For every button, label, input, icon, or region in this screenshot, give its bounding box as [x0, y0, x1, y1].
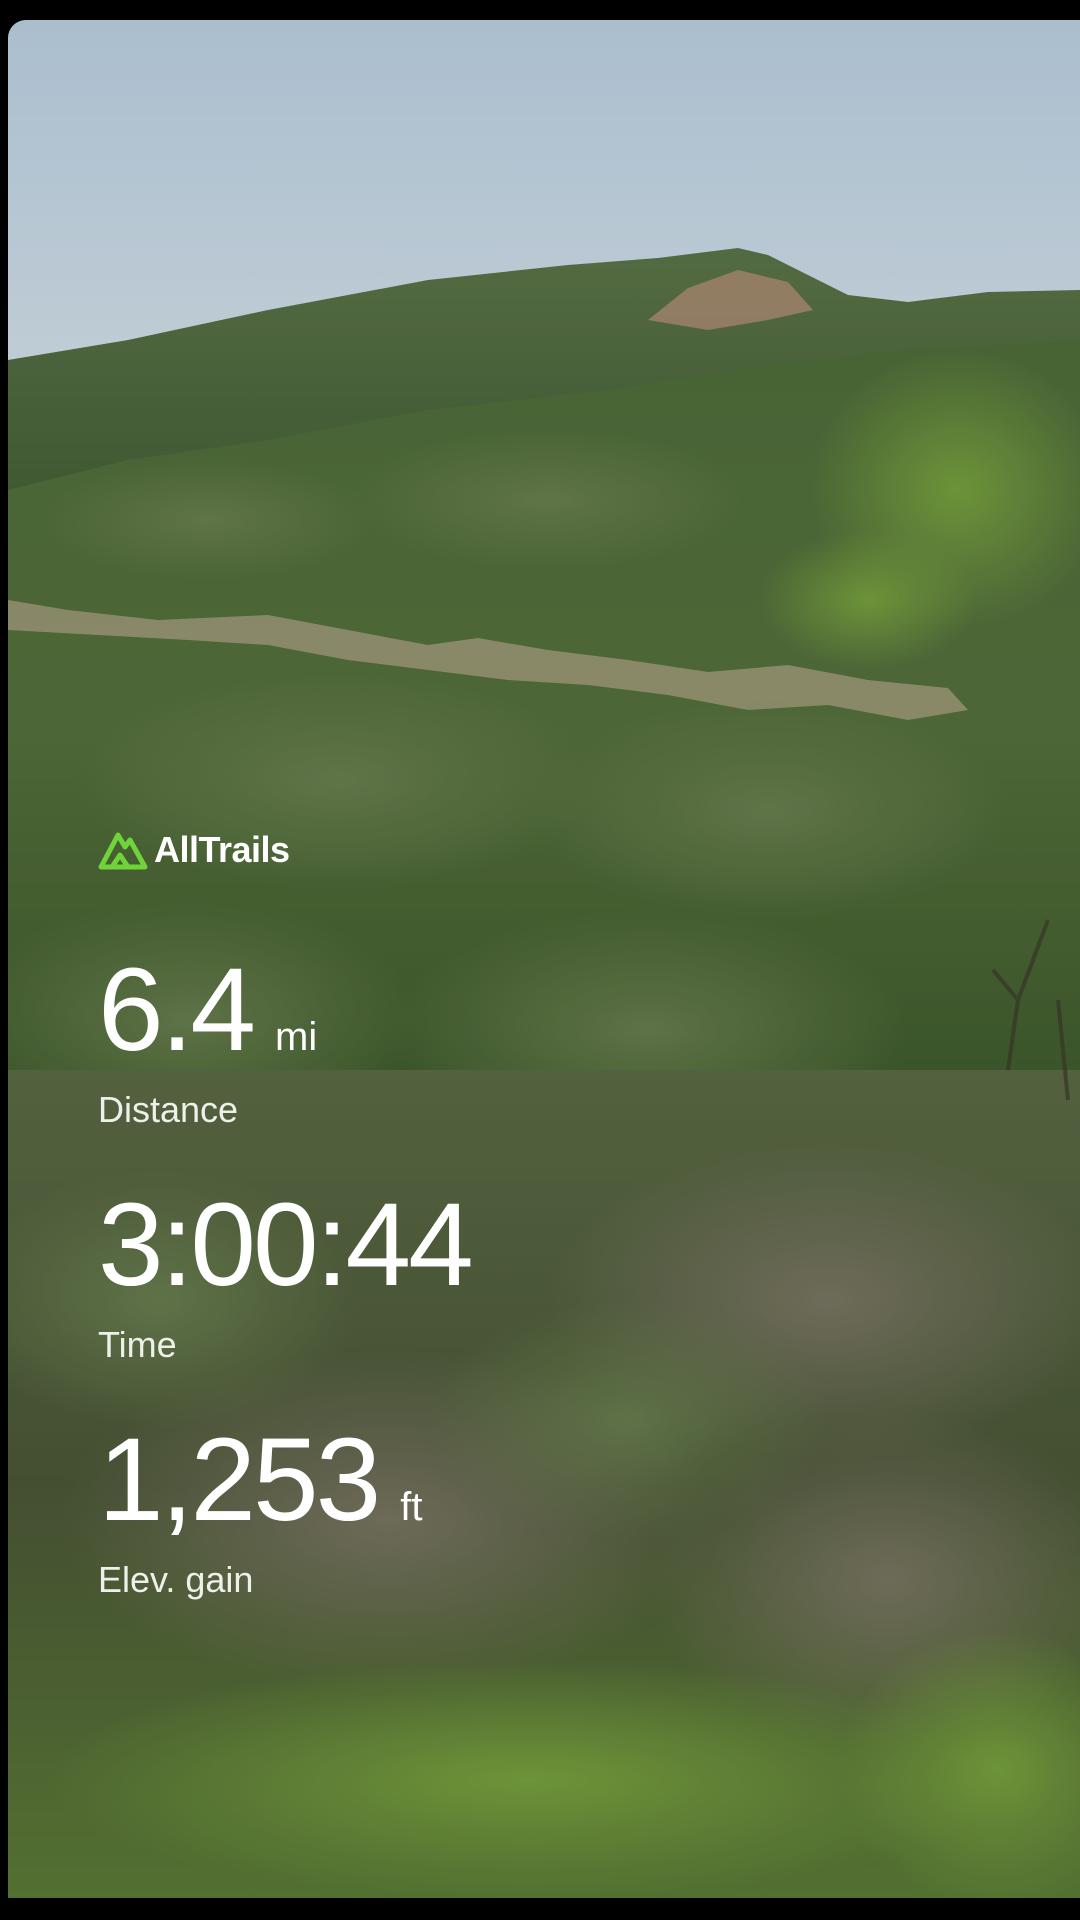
elevation-label: Elev. gain [98, 1559, 254, 1600]
time-stat: 3:00:44 Time [98, 1179, 474, 1366]
elevation-unit: ft [400, 1485, 423, 1529]
alltrails-brand: AllTrails [98, 826, 290, 874]
brand-name: AllTrails [154, 829, 290, 870]
time-value: 3:00:44 [98, 1179, 474, 1311]
elevation-value: 1,253 [98, 1414, 381, 1546]
elevation-stat: 1,253 ft Elev. gain [98, 1421, 423, 1601]
distance-unit: mi [275, 1015, 318, 1059]
distance-label: Distance [98, 1089, 239, 1130]
time-label: Time [98, 1324, 177, 1365]
distance-stat: 6.4 mi Distance [98, 951, 317, 1131]
alltrails-mountain-logo-icon [98, 832, 148, 870]
bottom-bar [0, 1898, 1080, 1920]
story-frame: AllTrails 6.4 mi Distance 3:00:44 Time 1… [0, 0, 1080, 1920]
distance-value: 6.4 [98, 944, 256, 1076]
